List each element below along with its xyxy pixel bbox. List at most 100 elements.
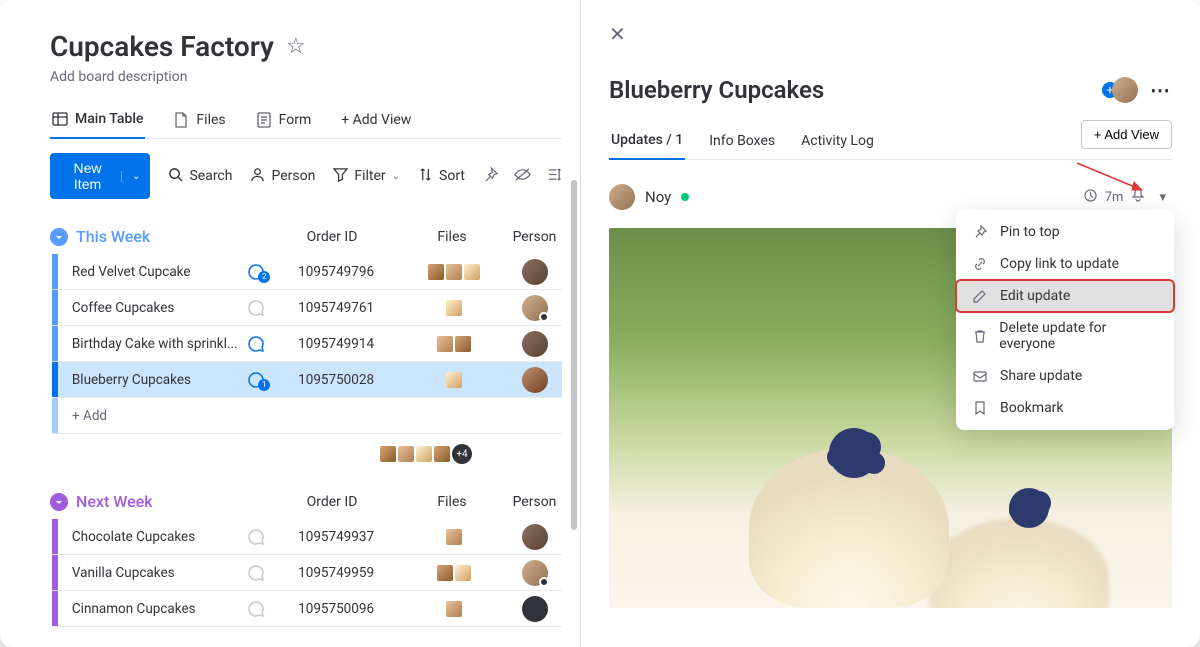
files-cell[interactable] xyxy=(400,565,508,581)
author-name[interactable]: Noy xyxy=(645,188,671,206)
table-row[interactable]: Cinnamon Cupcakes 1095750096 xyxy=(52,591,562,627)
files-cell[interactable] xyxy=(400,300,508,316)
person-cell[interactable] xyxy=(508,367,562,393)
height-icon[interactable] xyxy=(547,167,562,186)
group-collapse-toggle[interactable] xyxy=(50,493,68,511)
table-row[interactable]: Red Velvet Cupcake 2 1095749796 xyxy=(52,254,562,290)
order-id-cell[interactable]: 1095750096 xyxy=(272,601,400,617)
group-title[interactable]: Next Week xyxy=(76,492,153,511)
table-row[interactable]: Birthday Cake with sprinkl... 1095749914 xyxy=(52,326,562,362)
files-cell[interactable] xyxy=(400,601,508,617)
files-more-count[interactable]: +4 xyxy=(452,444,472,464)
view-label: Files xyxy=(196,112,225,128)
order-id-cell[interactable]: 1095749761 xyxy=(272,300,400,316)
close-icon[interactable]: ✕ xyxy=(609,22,626,46)
add-member-button[interactable]: + xyxy=(1112,77,1138,103)
star-icon[interactable]: ☆ xyxy=(286,34,306,59)
order-id-cell[interactable]: 1095749796 xyxy=(272,264,400,280)
chat-icon[interactable] xyxy=(239,563,272,583)
item-name[interactable]: Chocolate Cupcakes xyxy=(58,529,239,545)
dropdown-share[interactable]: Share update xyxy=(956,360,1174,392)
tab-updates[interactable]: Updates / 1 xyxy=(609,122,685,160)
order-id-cell[interactable]: 1095749937 xyxy=(272,529,400,545)
item-name[interactable]: Red Velvet Cupcake xyxy=(58,264,239,280)
files-cell[interactable] xyxy=(400,529,508,545)
person-cell[interactable] xyxy=(508,295,562,321)
table-row[interactable]: Chocolate Cupcakes 1095749937 xyxy=(52,519,562,555)
bell-icon[interactable] xyxy=(1131,188,1145,206)
add-view-button[interactable]: + Add View xyxy=(1081,120,1172,149)
table-row[interactable]: Blueberry Cupcakes 1 1095750028 xyxy=(52,362,562,398)
column-files[interactable]: Files xyxy=(397,494,507,510)
view-tab-main-table[interactable]: Main Table xyxy=(50,103,145,139)
chat-badge: 2 xyxy=(258,271,270,283)
person-cell[interactable] xyxy=(508,560,562,586)
pencil-icon xyxy=(972,289,988,303)
item-name[interactable]: Birthday Cake with sprinkl... xyxy=(58,336,239,352)
tab-info-boxes[interactable]: Info Boxes xyxy=(707,123,777,159)
chat-icon[interactable] xyxy=(239,298,272,318)
files-cell[interactable] xyxy=(400,336,508,352)
chat-icon[interactable] xyxy=(239,334,272,354)
person-filter-button[interactable]: Person xyxy=(250,167,315,186)
dropdown-bookmark[interactable]: Bookmark xyxy=(956,392,1174,424)
item-name[interactable]: Coffee Cupcakes xyxy=(58,300,239,316)
column-order-id[interactable]: Order ID xyxy=(267,494,397,510)
person-cell[interactable] xyxy=(508,259,562,285)
column-order-id[interactable]: Order ID xyxy=(267,229,397,245)
item-name[interactable]: Cinnamon Cupcakes xyxy=(58,601,239,617)
dropdown-delete[interactable]: Delete update for everyone xyxy=(956,312,1174,360)
search-button[interactable]: Search xyxy=(168,167,232,186)
add-item-row[interactable]: + Add xyxy=(52,398,562,434)
sort-button[interactable]: Sort xyxy=(418,167,465,186)
dropdown-pin[interactable]: Pin to top xyxy=(956,216,1174,248)
pin-icon[interactable] xyxy=(483,167,498,186)
chat-icon[interactable] xyxy=(239,599,272,619)
update-menu-toggle[interactable]: ▾ xyxy=(1153,187,1172,208)
hide-icon[interactable] xyxy=(514,167,531,186)
view-tab-files[interactable]: Files xyxy=(171,104,227,138)
person-cell[interactable] xyxy=(508,524,562,550)
board-title[interactable]: Cupcakes Factory xyxy=(50,30,274,63)
dropdown-copy-link[interactable]: Copy link to update xyxy=(956,248,1174,280)
order-id-cell[interactable]: 1095749959 xyxy=(272,565,400,581)
chat-icon[interactable]: 2 xyxy=(239,262,272,282)
avatar xyxy=(522,259,548,285)
table-row[interactable]: Vanilla Cupcakes 1095749959 xyxy=(52,555,562,591)
view-tab-form[interactable]: Form xyxy=(254,104,314,138)
trash-icon xyxy=(972,329,987,343)
column-files[interactable]: Files xyxy=(397,229,507,245)
person-cell[interactable] xyxy=(508,331,562,357)
author-avatar[interactable] xyxy=(609,184,635,210)
chat-icon[interactable]: 1 xyxy=(239,370,272,390)
more-options-button[interactable]: ⋯ xyxy=(1150,78,1172,102)
files-cell[interactable] xyxy=(400,264,508,280)
order-id-cell[interactable]: 1095750028 xyxy=(272,372,400,388)
group-title[interactable]: This Week xyxy=(76,227,150,246)
table-row[interactable]: Coffee Cupcakes 1095749761 xyxy=(52,290,562,326)
tab-activity-log[interactable]: Activity Log xyxy=(799,123,876,159)
file-icon xyxy=(173,112,189,128)
dropdown-edit-update[interactable]: Edit update xyxy=(956,280,1174,312)
new-item-button[interactable]: New Item ⌄ xyxy=(50,153,150,199)
group-collapse-toggle[interactable] xyxy=(50,228,68,246)
person-cell[interactable] xyxy=(508,596,562,622)
item-name[interactable]: Blueberry Cupcakes xyxy=(58,372,239,388)
item-panel-title[interactable]: Blueberry Cupcakes xyxy=(609,76,1112,104)
order-id-cell[interactable]: 1095749914 xyxy=(272,336,400,352)
board-description[interactable]: Add board description xyxy=(50,69,562,85)
add-item-label[interactable]: + Add xyxy=(58,408,242,424)
form-icon xyxy=(256,112,272,128)
person-label: Person xyxy=(271,168,315,184)
chevron-down-icon[interactable]: ⌄ xyxy=(121,171,140,182)
item-name[interactable]: Vanilla Cupcakes xyxy=(58,565,239,581)
filter-button[interactable]: Filter ⌄ xyxy=(333,167,400,186)
sort-label: Sort xyxy=(439,168,465,184)
chat-icon[interactable] xyxy=(239,527,272,547)
column-person[interactable]: Person xyxy=(507,494,562,510)
column-person[interactable]: Person xyxy=(507,229,562,245)
avatar xyxy=(522,560,548,586)
add-view-button[interactable]: + Add View xyxy=(339,104,413,138)
files-cell[interactable] xyxy=(400,372,508,388)
scrollbar[interactable] xyxy=(571,180,577,530)
